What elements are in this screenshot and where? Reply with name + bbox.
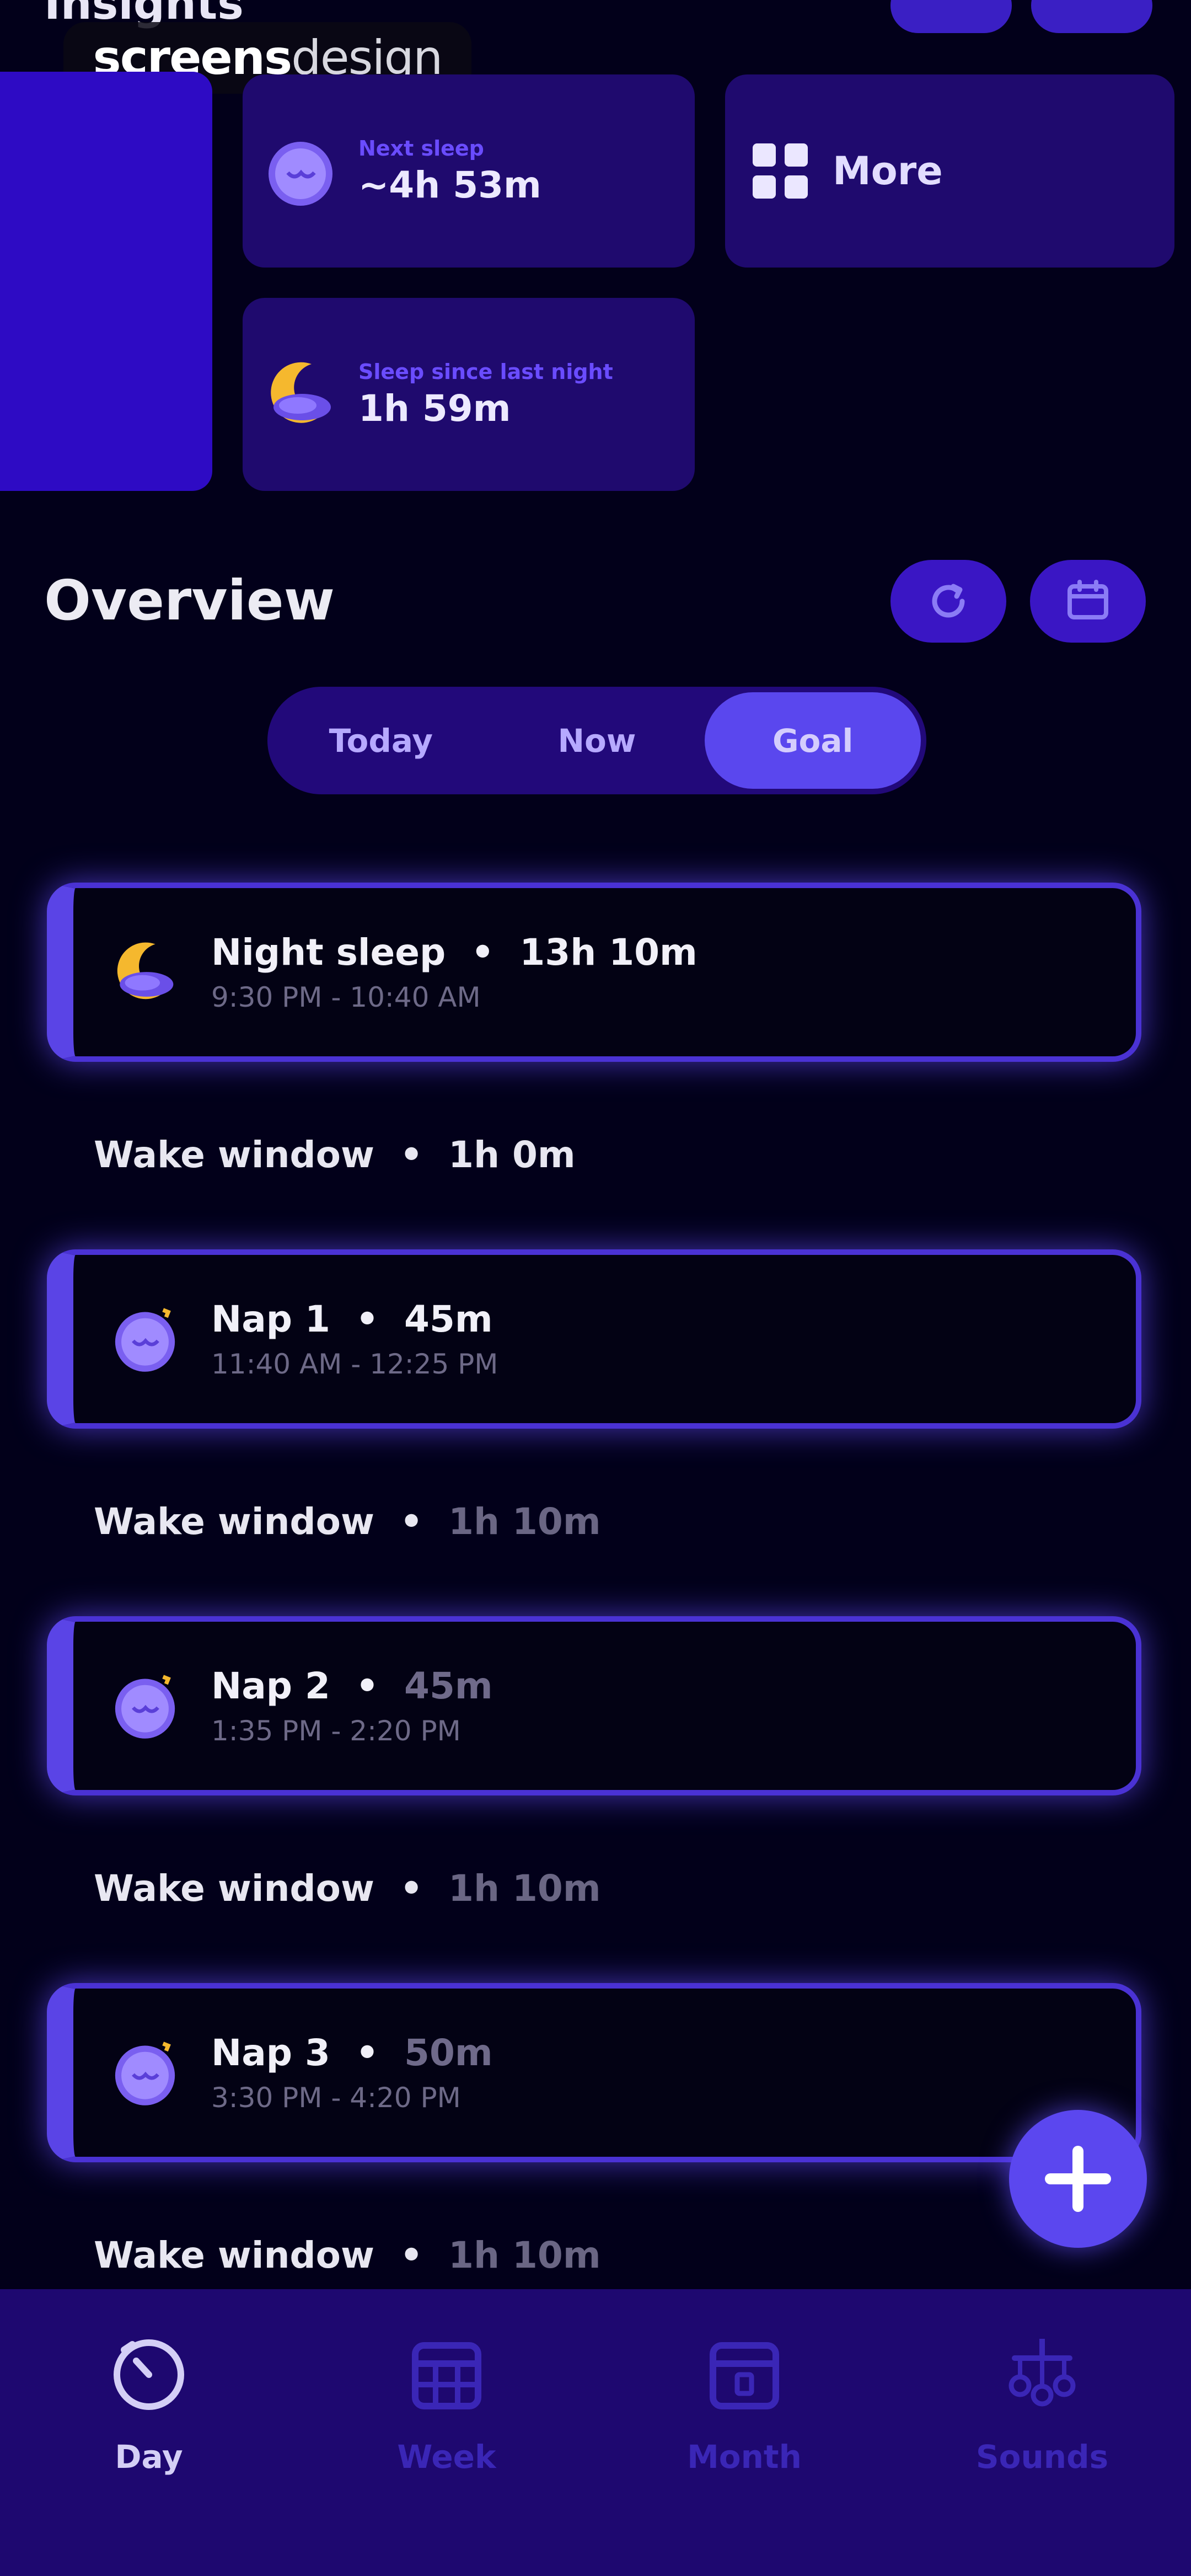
history-button[interactable]	[890, 560, 1006, 643]
lightbulb-button[interactable]	[890, 0, 1012, 33]
timer-icon	[114, 2339, 184, 2410]
nav-item-month[interactable]: Month	[634, 2333, 855, 2576]
dot-separator: •	[387, 2234, 436, 2276]
add-button[interactable]	[1009, 2110, 1147, 2248]
wake-window-row: Wake window • 1h 10m	[94, 1500, 601, 1543]
mobile-icon	[1008, 2339, 1076, 2407]
nav-label-month: Month	[687, 2438, 802, 2476]
schedule-time: 3:30 PM - 4:20 PM	[211, 2082, 461, 2114]
overview-title: Overview	[44, 568, 335, 633]
nap-card[interactable]: Nap 3 • 50m 3:30 PM - 4:20 PM	[47, 1983, 1141, 2162]
schedule-duration: 50m	[404, 2032, 493, 2074]
calendar-week-icon	[412, 2342, 481, 2409]
next-sleep-label: Next sleep	[358, 136, 484, 161]
sleep-since-label: Sleep since last night	[358, 359, 613, 384]
tab-today[interactable]: Today	[273, 692, 489, 789]
nav-label-day: Day	[115, 2438, 183, 2476]
wake-window-label: Wake window	[94, 2234, 374, 2276]
calendar-icon	[1067, 580, 1108, 619]
sleep-since-value: 1h 59m	[358, 387, 511, 430]
wake-window-duration: 1h 10m	[448, 2234, 601, 2276]
calendar-button[interactable]	[1030, 560, 1146, 643]
nap-card[interactable]: Nap 1 • 45m 11:40 AM - 12:25 PM	[47, 1249, 1141, 1429]
wake-window-duration: 1h 10m	[448, 1867, 601, 1910]
wake-window-label: Wake window	[94, 1134, 374, 1176]
schedule-name: Nap 2	[211, 1665, 330, 1707]
schedule-duration: 13h 10m	[519, 931, 698, 974]
overview-segment-control: Today Now Goal	[267, 687, 926, 794]
moon-icon	[117, 942, 174, 999]
tab-goal[interactable]: Goal	[705, 692, 921, 789]
schedule-time: 11:40 AM - 12:25 PM	[211, 1348, 498, 1380]
nav-item-week[interactable]: Week	[336, 2333, 557, 2576]
schedule-name: Nap 1	[211, 1298, 330, 1340]
wake-window-row: Wake window • 1h 10m	[94, 2234, 601, 2276]
nav-label-week: Week	[397, 2438, 496, 2476]
nap-icon	[115, 1307, 175, 1372]
schedule-name: Nap 3	[211, 2032, 330, 2074]
dot-separator: •	[342, 1665, 392, 1707]
more-label: More	[833, 148, 943, 194]
grid-icon	[753, 143, 808, 199]
nap-icon	[115, 2041, 175, 2105]
menu-button[interactable]	[1031, 0, 1152, 33]
dot-separator: •	[387, 1500, 436, 1543]
dot-separator: •	[387, 1867, 436, 1910]
more-card[interactable]: More	[725, 74, 1174, 268]
refresh-icon	[932, 584, 965, 618]
wake-window-label: Wake window	[94, 1500, 374, 1543]
bottom-nav: Day Week Month Sounds	[0, 2289, 1191, 2576]
schedule-name: Night sleep	[211, 931, 446, 974]
wake-window-row: Wake window • 1h 0m	[94, 1134, 576, 1176]
schedule-time: 1:35 PM - 2:20 PM	[211, 1715, 461, 1747]
wake-window-duration: 1h 10m	[448, 1500, 601, 1543]
dot-separator: •	[387, 1134, 436, 1176]
schedule-duration: 45m	[404, 1298, 493, 1340]
schedule-time: 9:30 PM - 10:40 AM	[211, 981, 481, 1013]
wake-window-row: Wake window • 1h 10m	[94, 1867, 601, 1910]
wake-window-duration: 1h 0m	[448, 1134, 576, 1176]
dot-separator: •	[458, 931, 507, 974]
calendar-month-icon	[710, 2342, 779, 2409]
insight-side-panel[interactable]	[0, 72, 212, 491]
moon-icon	[271, 362, 331, 423]
nav-item-day[interactable]: Day	[39, 2333, 259, 2576]
nap-card[interactable]: Nap 2 • 45m 1:35 PM - 2:20 PM	[47, 1616, 1141, 1795]
next-sleep-value: ~4h 53m	[358, 163, 541, 206]
dot-separator: •	[342, 2032, 392, 2074]
nap-icon	[269, 142, 332, 206]
next-sleep-card[interactable]: Next sleep ~4h 53m	[243, 74, 695, 268]
nav-item-sounds[interactable]: Sounds	[932, 2333, 1152, 2576]
nav-label-sounds: Sounds	[975, 2438, 1109, 2476]
schedule-duration: 45m	[404, 1665, 493, 1707]
wake-window-label: Wake window	[94, 1867, 374, 1910]
dot-separator: •	[342, 1298, 392, 1340]
plus-icon	[1045, 2146, 1111, 2212]
nap-icon	[115, 1674, 175, 1739]
sleep-since-card[interactable]: Sleep since last night 1h 59m	[243, 298, 695, 491]
tab-now[interactable]: Now	[489, 692, 705, 789]
night-sleep-card[interactable]: Night sleep • 13h 10m 9:30 PM - 10:40 AM	[47, 883, 1141, 1062]
